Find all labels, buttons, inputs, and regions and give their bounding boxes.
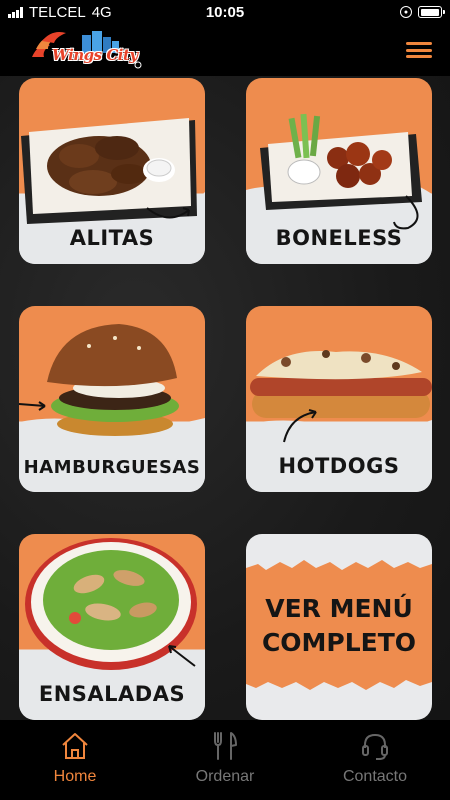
tile-label: HAMBURGUESAS	[23, 457, 201, 478]
category-tile-ensaladas[interactable]: ENSALADAS	[19, 534, 205, 720]
network-type: 4G	[91, 3, 112, 21]
battery-icon	[418, 6, 445, 18]
tab-ordenar[interactable]: Ordenar	[155, 730, 295, 786]
brand-logo[interactable]: Wings City	[28, 27, 142, 73]
category-tile-hamburguesas[interactable]: HAMBURGUESAS	[19, 306, 205, 492]
home-icon	[62, 733, 88, 759]
tab-label: Home	[53, 768, 97, 785]
carrier-name: TELCEL	[29, 3, 86, 21]
bottom-tab-bar: Home Ordenar Contacto	[0, 720, 450, 800]
app-header: Wings City	[0, 24, 450, 76]
tab-label: Ordenar	[195, 768, 255, 785]
full-menu-label-line2: COMPLETO	[261, 628, 417, 657]
tab-home[interactable]: Home	[5, 730, 145, 786]
tab-contacto[interactable]: Contacto	[305, 730, 445, 786]
tile-label: ALITAS	[69, 226, 155, 250]
status-bar: TELCEL 4G 10:05 ●	[0, 0, 450, 24]
category-tile-alitas[interactable]: ALITAS	[19, 78, 205, 264]
fork-knife-icon	[214, 732, 237, 760]
logo-text: Wings City	[52, 46, 138, 64]
tab-label: Contacto	[342, 768, 408, 785]
carrier-info: TELCEL 4G	[8, 4, 112, 21]
rotation-lock-icon: ●	[400, 6, 412, 18]
category-tile-boneless[interactable]: BONELESS	[246, 78, 432, 264]
category-grid: ALITAS BONELESS HAMBURGUESAS HOTDOGS ENS…	[0, 76, 450, 720]
tile-label: ENSALADAS	[38, 682, 186, 706]
full-menu-label-line1: VER MENÚ	[265, 594, 413, 623]
hamburger-menu-icon[interactable]	[406, 40, 432, 60]
full-menu-label: VER MENÚ COMPLETO	[246, 592, 432, 660]
view-full-menu-button[interactable]: VER MENÚ COMPLETO	[246, 534, 432, 720]
signal-icon	[8, 6, 23, 18]
tile-label: BONELESS	[275, 226, 403, 250]
category-tile-hotdogs[interactable]: HOTDOGS	[246, 306, 432, 492]
headset-icon	[362, 733, 388, 760]
tile-label: HOTDOGS	[278, 454, 400, 478]
